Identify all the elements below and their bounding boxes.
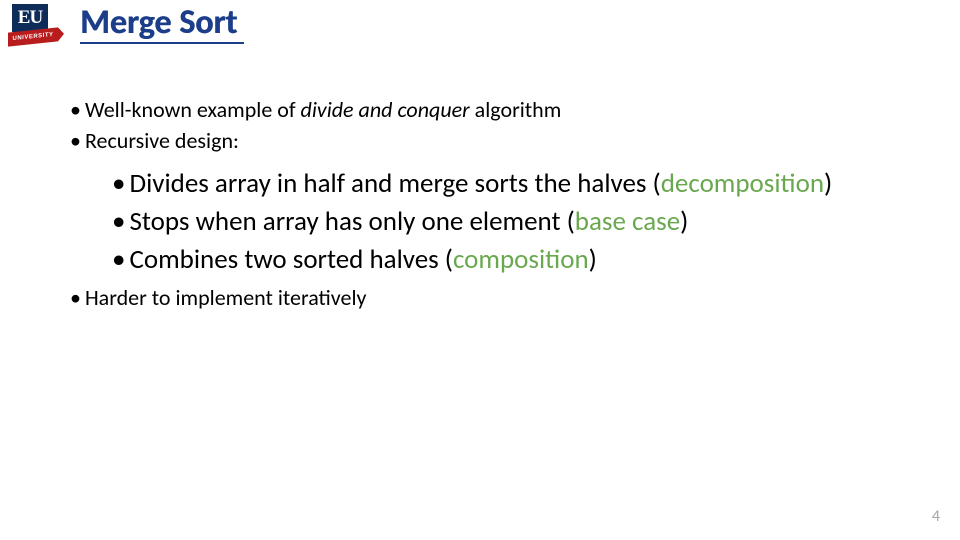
bullet-1-text-post: algorithm: [470, 96, 562, 123]
bullet-2-text: Recursive design:: [85, 127, 239, 154]
bullet-dot-icon: •: [112, 205, 129, 238]
bullet-3-text: Harder to implement iteratively: [85, 284, 367, 311]
sub-bullet-3-post: ): [589, 243, 597, 276]
sub-bullet-group: •Divides array in half and merge sorts t…: [112, 167, 890, 276]
university-logo: EU UNIVERSITY: [12, 4, 48, 32]
bullet-2: •Recursive design:: [70, 127, 890, 156]
sub-bullet-1-pre: Divides array in half and merge sorts th…: [129, 167, 660, 200]
bullet-3: •Harder to implement iteratively: [70, 284, 890, 313]
sub-bullet-3: •Combines two sorted halves (composition…: [112, 243, 890, 277]
slide-title: Merge Sort: [80, 2, 237, 43]
logo-initials: EU: [12, 4, 48, 32]
title-underline: [80, 42, 244, 44]
sub-bullet-3-pre: Combines two sorted halves (: [129, 243, 453, 276]
bullet-dot-icon: •: [112, 243, 129, 276]
bullet-1: •Well-known example of divide and conque…: [70, 96, 890, 125]
bullet-dot-icon: •: [112, 167, 129, 200]
bullet-dot-icon: •: [70, 127, 85, 154]
sub-bullet-1-post: ): [824, 167, 832, 200]
sub-bullet-2: •Stops when array has only one element (…: [112, 205, 890, 239]
bullet-dot-icon: •: [70, 96, 85, 123]
slide: EU UNIVERSITY Merge Sort •Well-known exa…: [0, 0, 960, 540]
sub-bullet-2-term: base case: [575, 205, 680, 238]
slide-body: •Well-known example of divide and conque…: [70, 96, 890, 315]
page-number: 4: [932, 507, 940, 526]
sub-bullet-3-term: composition: [453, 243, 589, 276]
sub-bullet-2-pre: Stops when array has only one element (: [129, 205, 574, 238]
bullet-dot-icon: •: [70, 284, 85, 311]
sub-bullet-1-term: decomposition: [661, 167, 824, 200]
sub-bullet-1: •Divides array in half and merge sorts t…: [112, 167, 890, 201]
sub-bullet-2-post: ): [680, 205, 688, 238]
bullet-1-text-italic: divide and conquer: [301, 96, 470, 123]
bullet-1-text-pre: Well-known example of: [85, 96, 301, 123]
